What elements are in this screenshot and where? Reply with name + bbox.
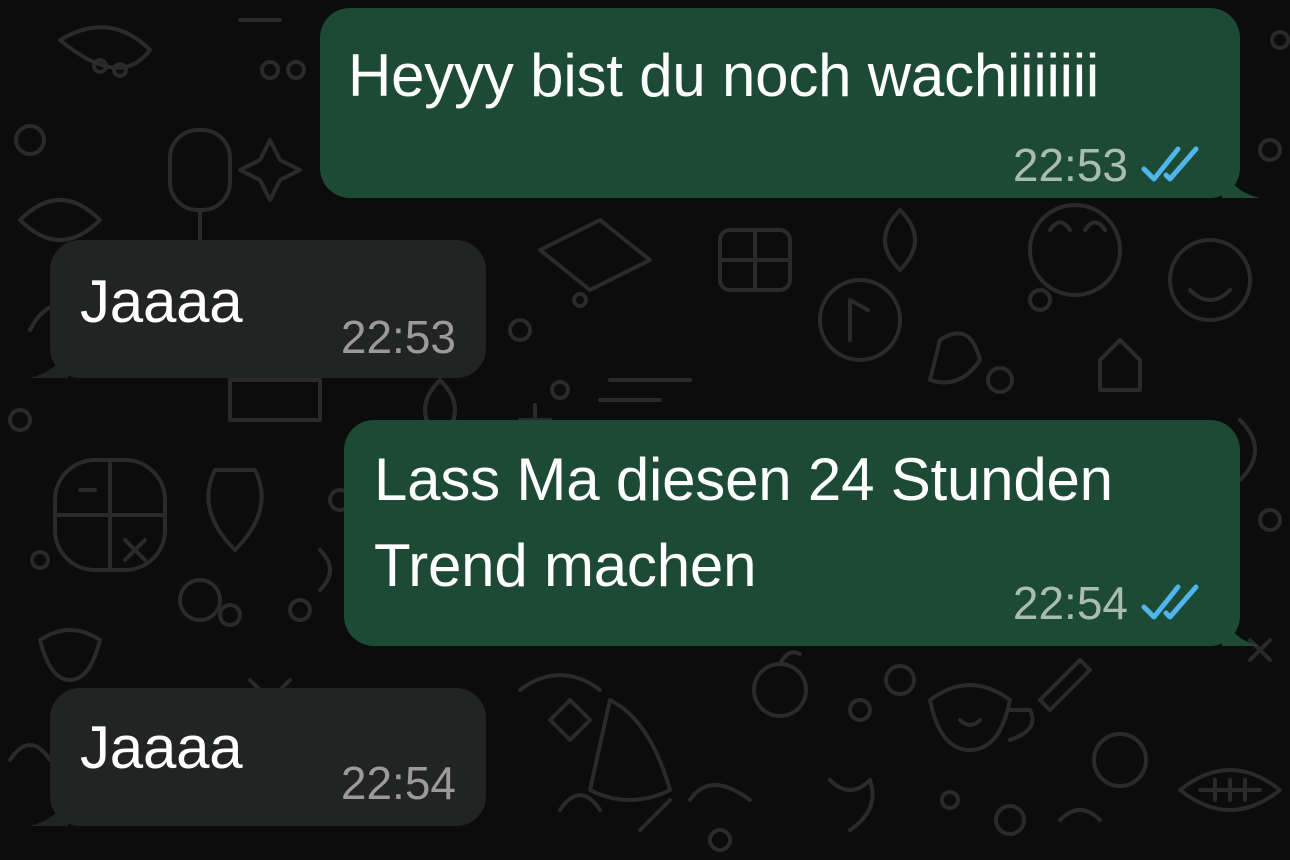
double-check-icon — [1141, 584, 1199, 620]
message-meta: 22:53 — [1013, 138, 1212, 192]
chat-view[interactable]: Heyyy bist du noch wachiiiiiii 22:53 Jaa… — [0, 0, 1290, 860]
double-check-icon — [1141, 146, 1199, 182]
message-text: Jaaaa — [80, 268, 243, 335]
bubble-tail — [30, 338, 68, 378]
message-text: Jaaaa — [80, 714, 243, 781]
bubble-tail — [1222, 158, 1260, 198]
message-time: 22:53 — [340, 311, 456, 363]
message-time: 22:54 — [1012, 577, 1128, 629]
message-meta: 22:54 — [341, 756, 456, 810]
bubble-tail — [1222, 606, 1260, 646]
message-text: Lass Ma diesen 24 Stunden — [374, 446, 1113, 513]
message-text: Trend machen — [374, 532, 757, 599]
message-text: Heyyy bist du noch wachiiiiiii — [348, 42, 1099, 109]
outgoing-message[interactable]: Heyyy bist du noch wachiiiiiii 22:53 — [320, 8, 1260, 198]
incoming-message[interactable]: Jaaaa 22:54 — [30, 688, 486, 826]
message-meta: 22:53 — [341, 310, 456, 364]
bubble-tail — [30, 786, 68, 826]
message-time: 22:54 — [340, 757, 456, 809]
outgoing-message[interactable]: Lass Ma diesen 24 Stunden Trend machen 2… — [344, 420, 1260, 646]
message-meta: 22:54 — [1013, 576, 1212, 630]
incoming-message[interactable]: Jaaaa 22:53 — [30, 240, 486, 378]
message-time: 22:53 — [1012, 139, 1128, 191]
